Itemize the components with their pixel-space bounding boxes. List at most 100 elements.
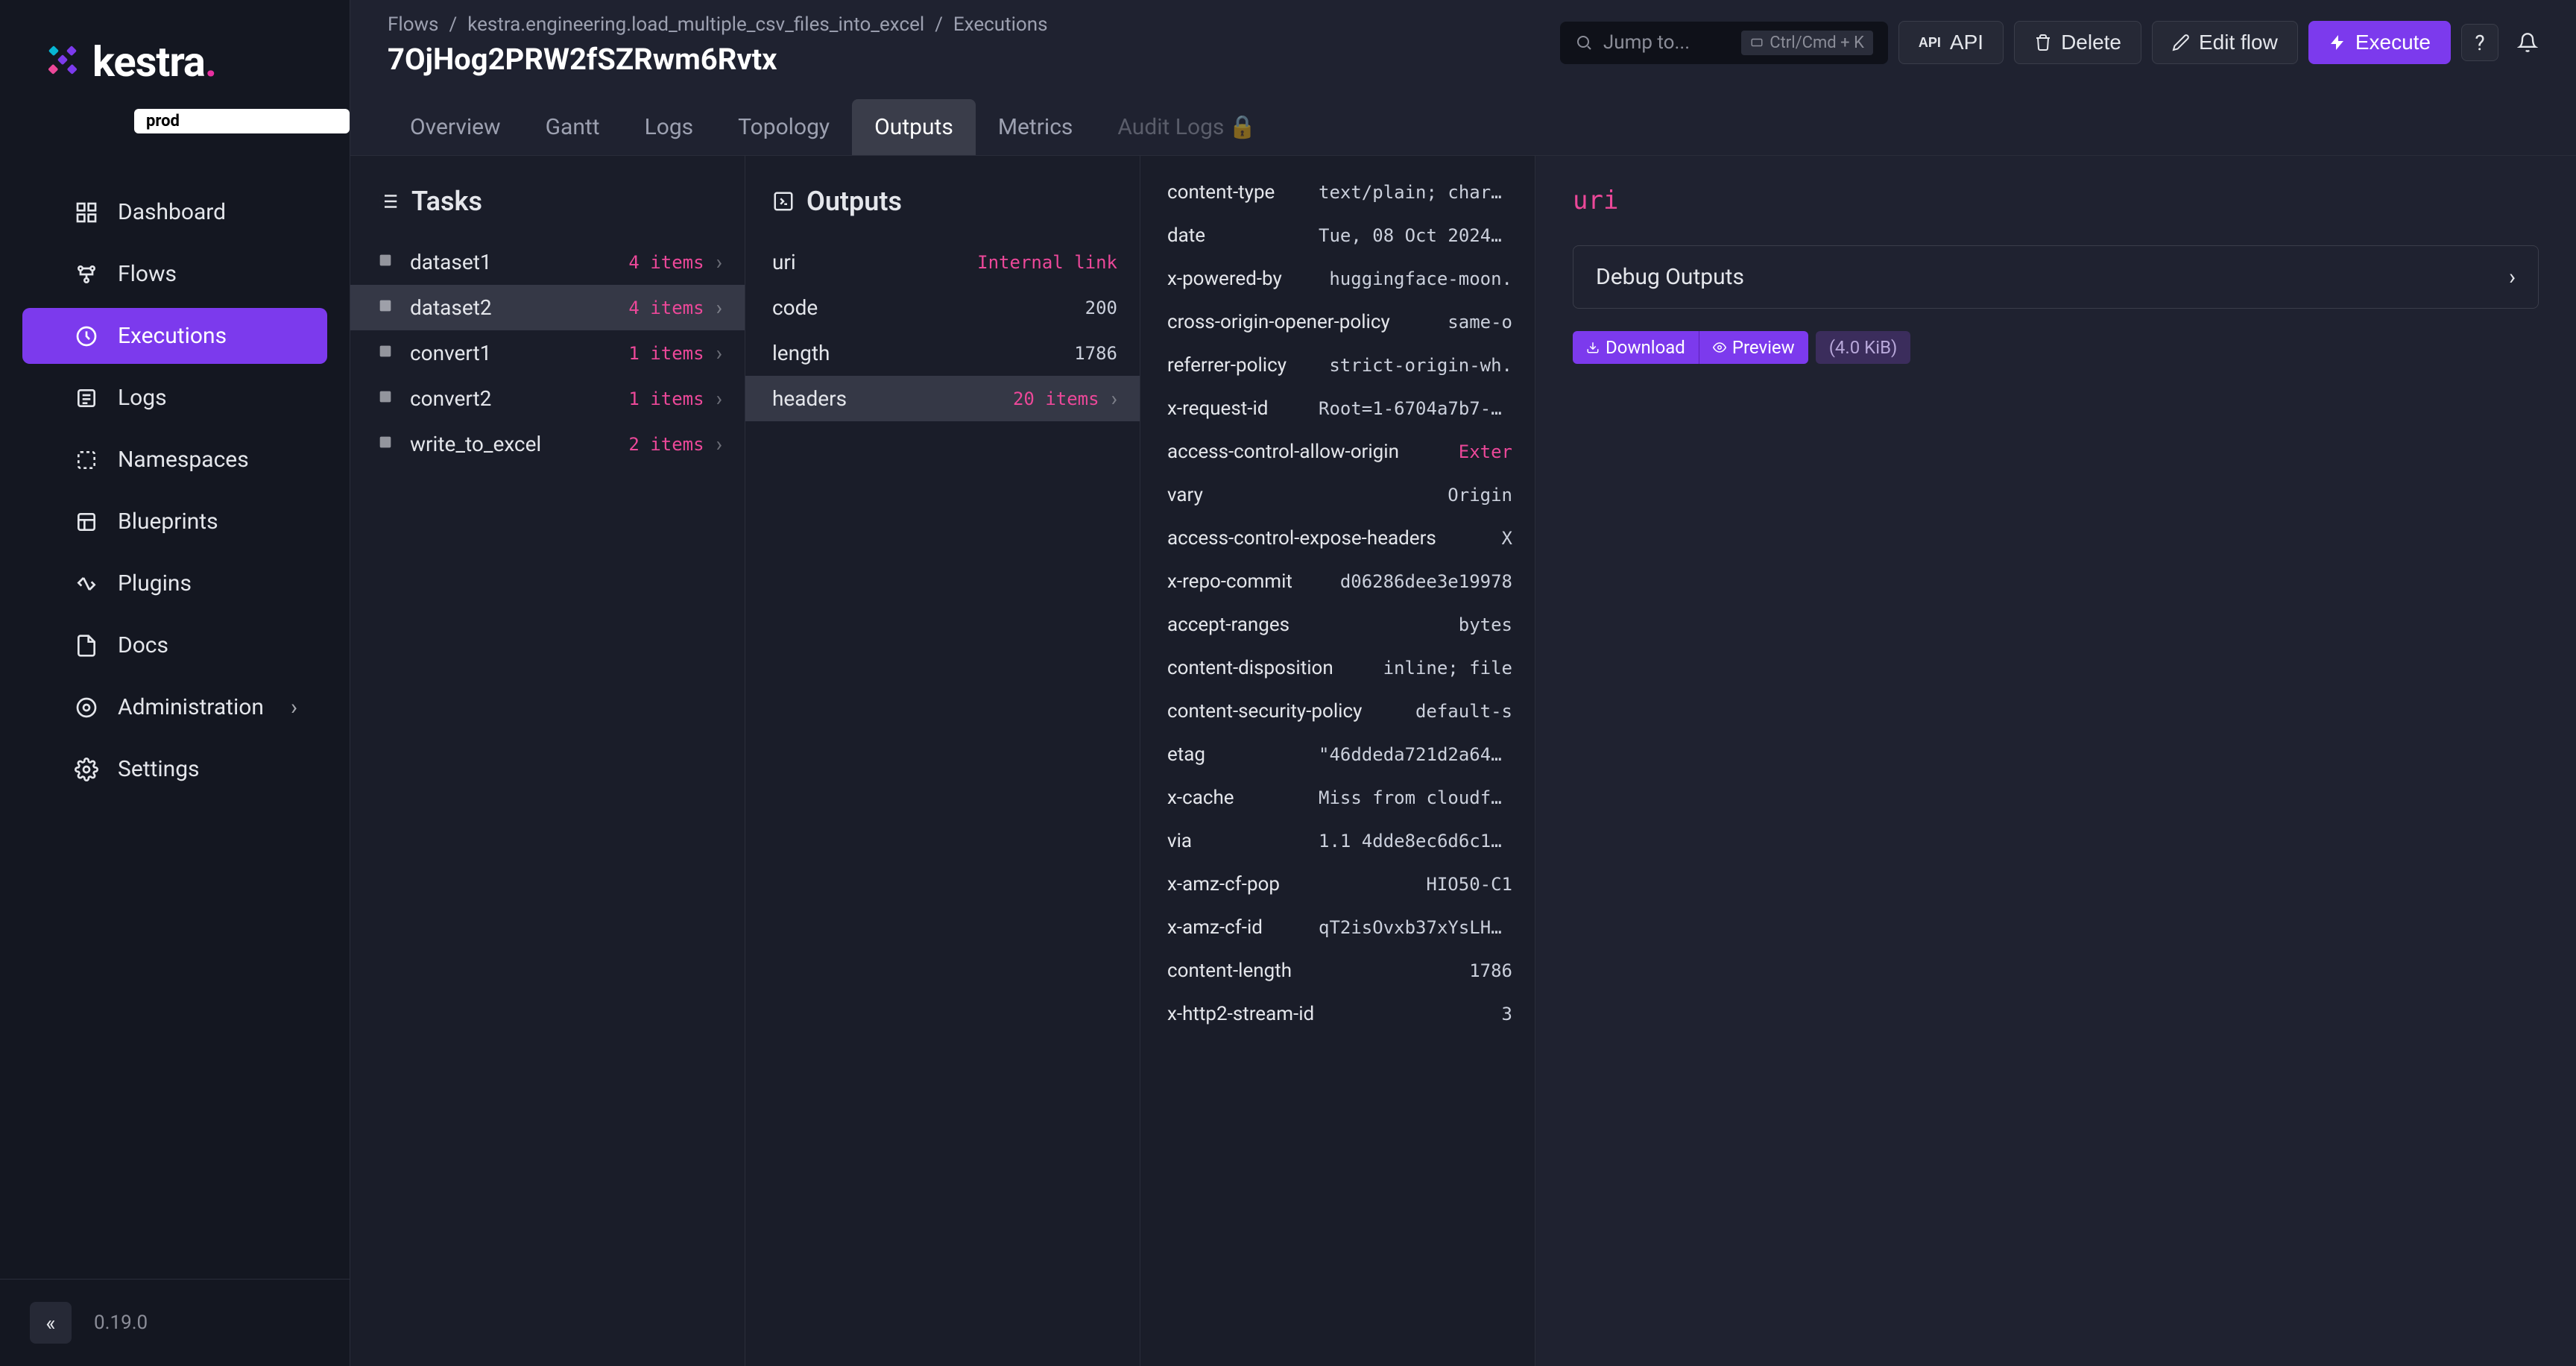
- help-icon: ?: [2475, 31, 2484, 55]
- pencil-icon: [2172, 34, 2190, 51]
- task-item[interactable]: convert1 1 items ›: [350, 330, 745, 376]
- tab-metrics[interactable]: Metrics: [976, 99, 1096, 155]
- header-row[interactable]: content-security-policy default-s: [1140, 690, 1535, 733]
- debug-outputs-panel[interactable]: Debug Outputs ›: [1573, 245, 2539, 309]
- execute-button[interactable]: Execute: [2308, 21, 2451, 64]
- breadcrumb-flow-name[interactable]: kestra.engineering.load_multiple_csv_fil…: [467, 13, 924, 36]
- page-title: 7OjHog2PRW2fSZRwm6Rvtx: [388, 42, 1545, 77]
- plugins-icon: [75, 572, 98, 596]
- header-key: x-request-id: [1167, 397, 1310, 420]
- task-item[interactable]: convert2 1 items ›: [350, 376, 745, 421]
- sidebar-item-logs[interactable]: Logs: [22, 370, 327, 426]
- output-item[interactable]: uri Internal link: [745, 239, 1140, 285]
- header-row[interactable]: x-repo-commit d06286dee3e19978: [1140, 560, 1535, 603]
- sidebar-item-docs[interactable]: Docs: [22, 617, 327, 673]
- header-row[interactable]: accept-ranges bytes: [1140, 603, 1535, 646]
- tab-outputs[interactable]: Outputs: [852, 99, 976, 155]
- chevron-right-icon: ›: [716, 341, 722, 365]
- tabs: Overview Gantt Logs Topology Outputs Met…: [350, 77, 2576, 156]
- edit-flow-button[interactable]: Edit flow: [2152, 21, 2298, 64]
- sidebar: kestra. prod Dashboard Flows Executions …: [0, 0, 350, 1366]
- breadcrumb-flows[interactable]: Flows: [388, 13, 438, 36]
- header-key: referrer-policy: [1167, 354, 1320, 377]
- header-row[interactable]: via 1.1 4dde8ec6d6c1...: [1140, 819, 1535, 863]
- docs-icon: [75, 634, 98, 658]
- header-value: strict-origin-wh.: [1329, 355, 1512, 376]
- tab-topology[interactable]: Topology: [716, 99, 852, 155]
- header-row[interactable]: x-http2-stream-id 3: [1140, 992, 1535, 1036]
- header-key: x-amz-cf-pop: [1167, 873, 1417, 896]
- namespaces-icon: [75, 448, 98, 472]
- output-item[interactable]: headers 20 items ›: [745, 376, 1140, 421]
- main: Flows / kestra.engineering.load_multiple…: [350, 0, 2576, 1366]
- task-type-icon: [377, 298, 398, 318]
- sidebar-item-flows[interactable]: Flows: [22, 246, 327, 302]
- sidebar-item-namespaces[interactable]: Namespaces: [22, 432, 327, 488]
- header-row[interactable]: content-disposition inline; file: [1140, 646, 1535, 690]
- task-item[interactable]: dataset1 4 items ›: [350, 239, 745, 285]
- header-row[interactable]: cross-origin-opener-policy same-o: [1140, 300, 1535, 344]
- api-button[interactable]: API API: [1898, 21, 2004, 64]
- task-item[interactable]: dataset2 4 items ›: [350, 285, 745, 330]
- tasks-heading: Tasks: [350, 156, 745, 239]
- output-item[interactable]: code 200: [745, 285, 1140, 330]
- sidebar-item-plugins[interactable]: Plugins: [22, 555, 327, 611]
- header-value: huggingface-moon.: [1329, 268, 1512, 289]
- output-key-title: uri: [1573, 186, 2539, 215]
- header-value: 1786: [1469, 960, 1512, 981]
- header-row[interactable]: x-cache Miss from cloudf...: [1140, 776, 1535, 819]
- delete-button[interactable]: Delete: [2014, 21, 2141, 64]
- logo[interactable]: kestra.: [0, 0, 350, 101]
- task-type-icon: [377, 343, 398, 364]
- logs-icon: [75, 386, 98, 410]
- sidebar-item-dashboard[interactable]: Dashboard: [22, 184, 327, 240]
- header-row[interactable]: content-length 1786: [1140, 949, 1535, 992]
- tab-gantt[interactable]: Gantt: [523, 99, 622, 155]
- breadcrumb: Flows / kestra.engineering.load_multiple…: [388, 13, 1545, 36]
- header-key: access-control-expose-headers: [1167, 527, 1493, 550]
- tab-logs[interactable]: Logs: [622, 99, 716, 155]
- list-icon: [377, 190, 400, 213]
- output-icon: [772, 190, 795, 213]
- task-item[interactable]: write_to_excel 2 items ›: [350, 421, 745, 467]
- header-value: Tue, 08 Oct 2024...: [1319, 225, 1512, 246]
- breadcrumb-executions[interactable]: Executions: [953, 13, 1048, 36]
- header-value: qT2isOvxb37xYsLH...: [1319, 917, 1512, 938]
- header-row[interactable]: x-request-id Root=1-6704a7b7-...: [1140, 387, 1535, 430]
- header-row[interactable]: content-type text/plain; char...: [1140, 171, 1535, 214]
- chevron-right-icon: ›: [291, 694, 297, 720]
- sidebar-item-settings[interactable]: Settings: [22, 741, 327, 797]
- header-value: Miss from cloudf...: [1319, 787, 1512, 808]
- help-button[interactable]: ?: [2461, 24, 2498, 61]
- header-row[interactable]: vary Origin: [1140, 473, 1535, 517]
- header-row[interactable]: x-amz-cf-pop HIO50-C1: [1140, 863, 1535, 906]
- preview-button[interactable]: Preview: [1699, 331, 1808, 364]
- collapse-button[interactable]: «: [30, 1302, 72, 1344]
- header-row[interactable]: referrer-policy strict-origin-wh.: [1140, 344, 1535, 387]
- download-button[interactable]: Download: [1573, 331, 1699, 364]
- jump-to-search[interactable]: Jump to... Ctrl/Cmd + K: [1560, 22, 1888, 64]
- chevron-right-icon: ›: [716, 295, 722, 320]
- sidebar-item-blueprints[interactable]: Blueprints: [22, 494, 327, 550]
- notifications-button[interactable]: [2509, 24, 2546, 61]
- output-item[interactable]: length 1786: [745, 330, 1140, 376]
- output-name: uri: [772, 250, 965, 274]
- header-row[interactable]: x-powered-by huggingface-moon.: [1140, 257, 1535, 300]
- header-row[interactable]: date Tue, 08 Oct 2024...: [1140, 214, 1535, 257]
- tab-overview[interactable]: Overview: [388, 99, 523, 155]
- task-items-count: 1 items: [628, 343, 704, 364]
- content: Tasks dataset1 4 items › dataset2 4 item…: [350, 156, 2576, 1366]
- task-name: convert2: [410, 386, 616, 411]
- header-row[interactable]: access-control-allow-origin Exter: [1140, 430, 1535, 473]
- header-key: content-security-policy: [1167, 700, 1407, 723]
- header-value: d06286dee3e19978: [1340, 571, 1512, 592]
- header-row[interactable]: etag "46ddeda721d2a64...: [1140, 733, 1535, 776]
- header-row[interactable]: x-amz-cf-id qT2isOvxb37xYsLH...: [1140, 906, 1535, 949]
- header-row[interactable]: access-control-expose-headers X: [1140, 517, 1535, 560]
- outputs-column: Outputs uri Internal link code 200 lengt…: [745, 156, 1140, 1366]
- sidebar-footer: « 0.19.0: [0, 1279, 350, 1366]
- sidebar-item-administration[interactable]: Administration ›: [22, 679, 327, 735]
- header-value: Origin: [1448, 485, 1512, 506]
- sidebar-item-executions[interactable]: Executions: [22, 308, 327, 364]
- task-name: dataset1: [410, 250, 616, 274]
